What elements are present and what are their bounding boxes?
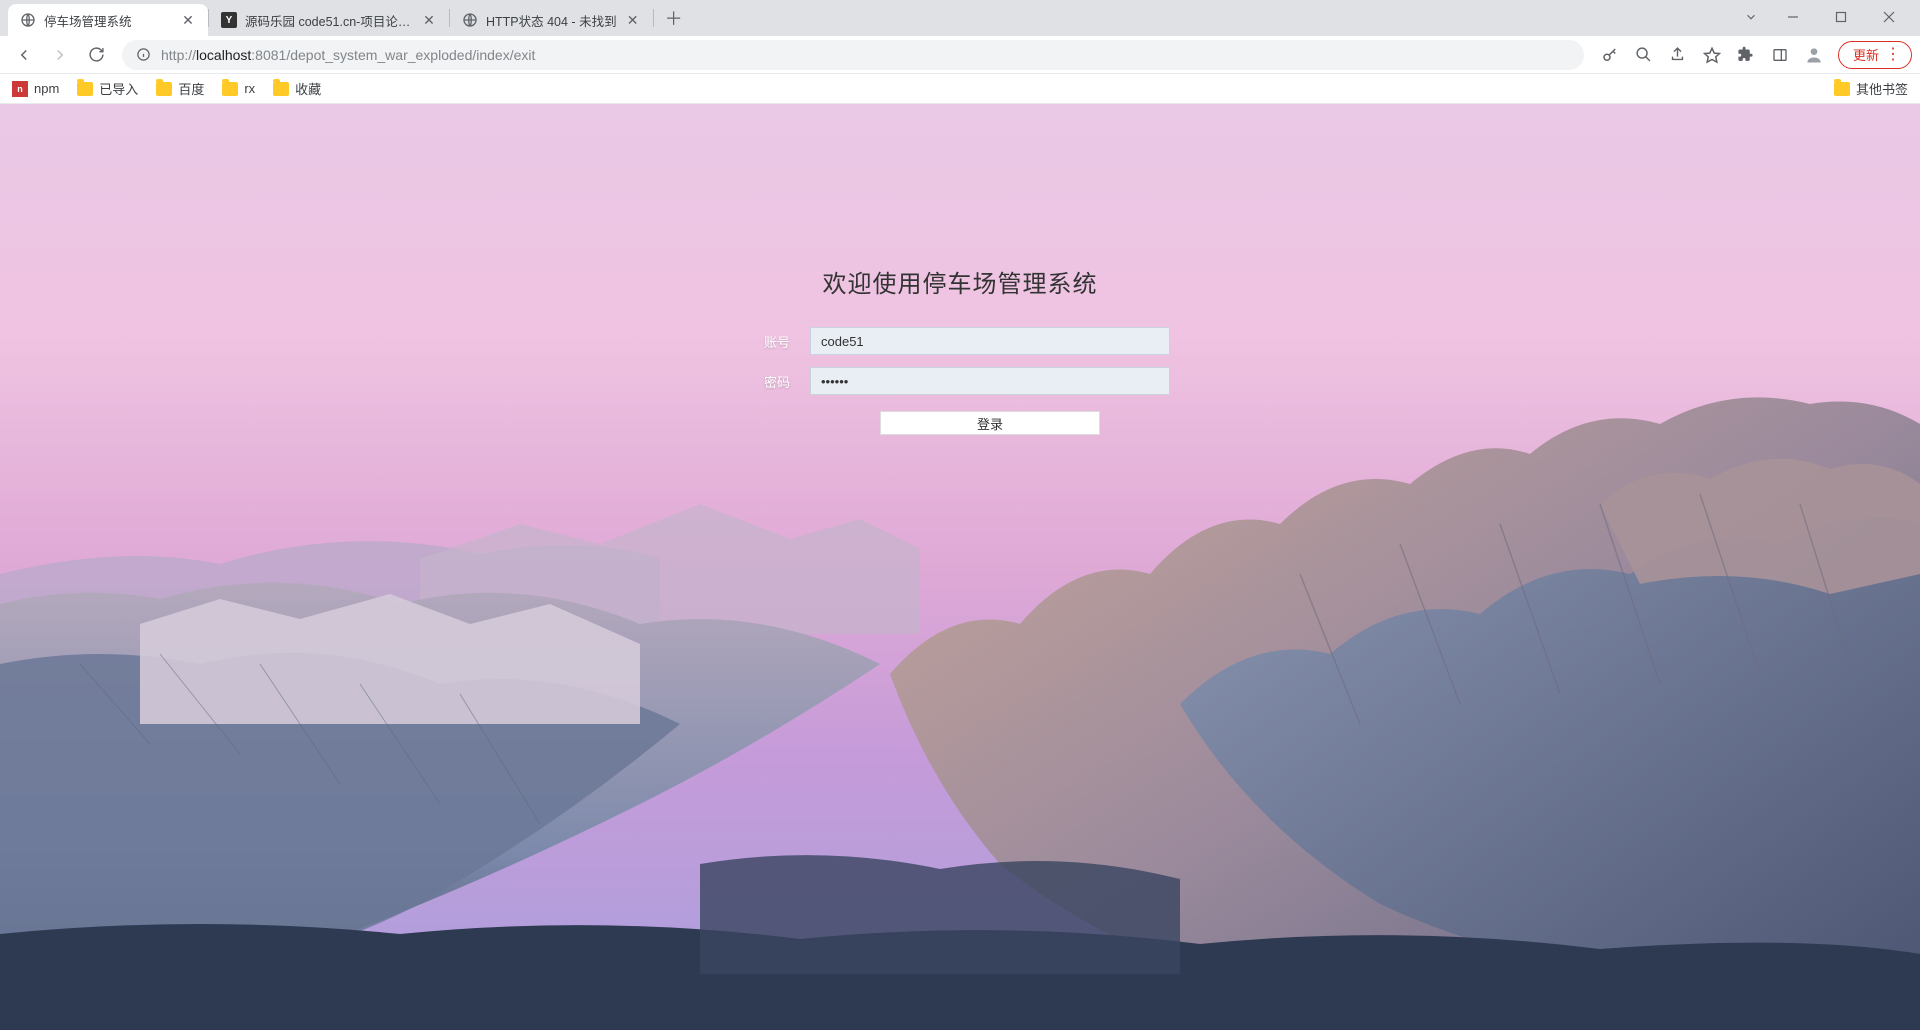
new-tab-button[interactable]: ＋ (660, 4, 688, 32)
username-label: 账号 (750, 332, 790, 351)
username-input[interactable] (810, 327, 1170, 355)
window-close-button[interactable] (1866, 2, 1912, 32)
extensions-icon[interactable] (1730, 39, 1762, 71)
browser-update-button[interactable]: 更新 ⋮ (1838, 41, 1912, 69)
folder-icon (156, 82, 172, 96)
menu-dots-icon: ⋮ (1885, 47, 1901, 63)
globe-icon (20, 12, 36, 28)
bookmark-label: 已导入 (99, 79, 138, 98)
tab-title: 源码乐园 code51.cn-项目论文代 (245, 11, 413, 30)
bookmark-star-icon[interactable] (1696, 39, 1728, 71)
browser-tab[interactable]: HTTP状态 404 - 未找到 ✕ (450, 4, 653, 36)
form-row-username: 账号 (750, 327, 1170, 355)
npm-icon: n (12, 81, 28, 97)
password-input[interactable] (810, 367, 1170, 395)
browser-tab-active[interactable]: 停车场管理系统 ✕ (8, 4, 208, 36)
password-key-icon[interactable] (1594, 39, 1626, 71)
url-text: http://localhost:8081/depot_system_war_e… (161, 47, 1570, 63)
folder-icon (1834, 82, 1850, 96)
window-maximize-button[interactable] (1818, 2, 1864, 32)
close-icon[interactable]: ✕ (180, 12, 196, 28)
bookmark-item[interactable]: 百度 (156, 79, 204, 98)
nav-reload-button[interactable] (80, 39, 112, 71)
tab-search-icon[interactable] (1734, 2, 1768, 32)
sidepanel-icon[interactable] (1764, 39, 1796, 71)
globe-icon (462, 12, 478, 28)
bookmark-label: npm (34, 81, 59, 96)
form-row-password: 密码 (750, 367, 1170, 395)
background-image (0, 104, 1920, 1030)
tab-separator (653, 9, 654, 27)
bookmarks-bar: nnpm 已导入 百度 rx 收藏 其他书签 (0, 74, 1920, 104)
folder-icon (222, 82, 238, 96)
password-label: 密码 (750, 372, 790, 391)
browser-tab[interactable]: Y 源码乐园 code51.cn-项目论文代 ✕ (209, 4, 449, 36)
address-bar[interactable]: http://localhost:8081/depot_system_war_e… (122, 40, 1584, 70)
folder-icon (273, 82, 289, 96)
folder-icon (77, 82, 93, 96)
nav-forward-button[interactable] (44, 39, 76, 71)
bookmark-item[interactable]: 已导入 (77, 79, 138, 98)
window-minimize-button[interactable] (1770, 2, 1816, 32)
browser-tabstrip: 停车场管理系统 ✕ Y 源码乐园 code51.cn-项目论文代 ✕ HTTP状… (0, 0, 1920, 36)
share-icon[interactable] (1662, 39, 1694, 71)
bookmark-label: 其他书签 (1856, 79, 1908, 98)
zoom-icon[interactable] (1628, 39, 1660, 71)
close-icon[interactable]: ✕ (625, 12, 641, 28)
site-icon: Y (221, 12, 237, 28)
bookmark-label: rx (244, 81, 255, 96)
bookmark-item[interactable]: nnpm (12, 81, 59, 97)
update-label: 更新 (1853, 45, 1879, 64)
nav-back-button[interactable] (8, 39, 40, 71)
tab-title: HTTP状态 404 - 未找到 (486, 11, 617, 30)
page-title: 欢迎使用停车场管理系统 (750, 264, 1170, 299)
login-panel: 欢迎使用停车场管理系统 账号 密码 登录 (750, 264, 1170, 435)
browser-toolbar: http://localhost:8081/depot_system_war_e… (0, 36, 1920, 74)
tab-title: 停车场管理系统 (44, 11, 172, 30)
page-viewport: 欢迎使用停车场管理系统 账号 密码 登录 (0, 104, 1920, 1030)
bookmark-item[interactable]: 收藏 (273, 79, 321, 98)
bookmark-item[interactable]: rx (222, 81, 255, 96)
info-icon (136, 47, 151, 62)
close-icon[interactable]: ✕ (421, 12, 437, 28)
other-bookmarks[interactable]: 其他书签 (1834, 79, 1908, 98)
login-button[interactable]: 登录 (880, 411, 1100, 435)
bookmark-label: 百度 (178, 79, 204, 98)
bookmark-label: 收藏 (295, 79, 321, 98)
profile-avatar-icon[interactable] (1798, 39, 1830, 71)
